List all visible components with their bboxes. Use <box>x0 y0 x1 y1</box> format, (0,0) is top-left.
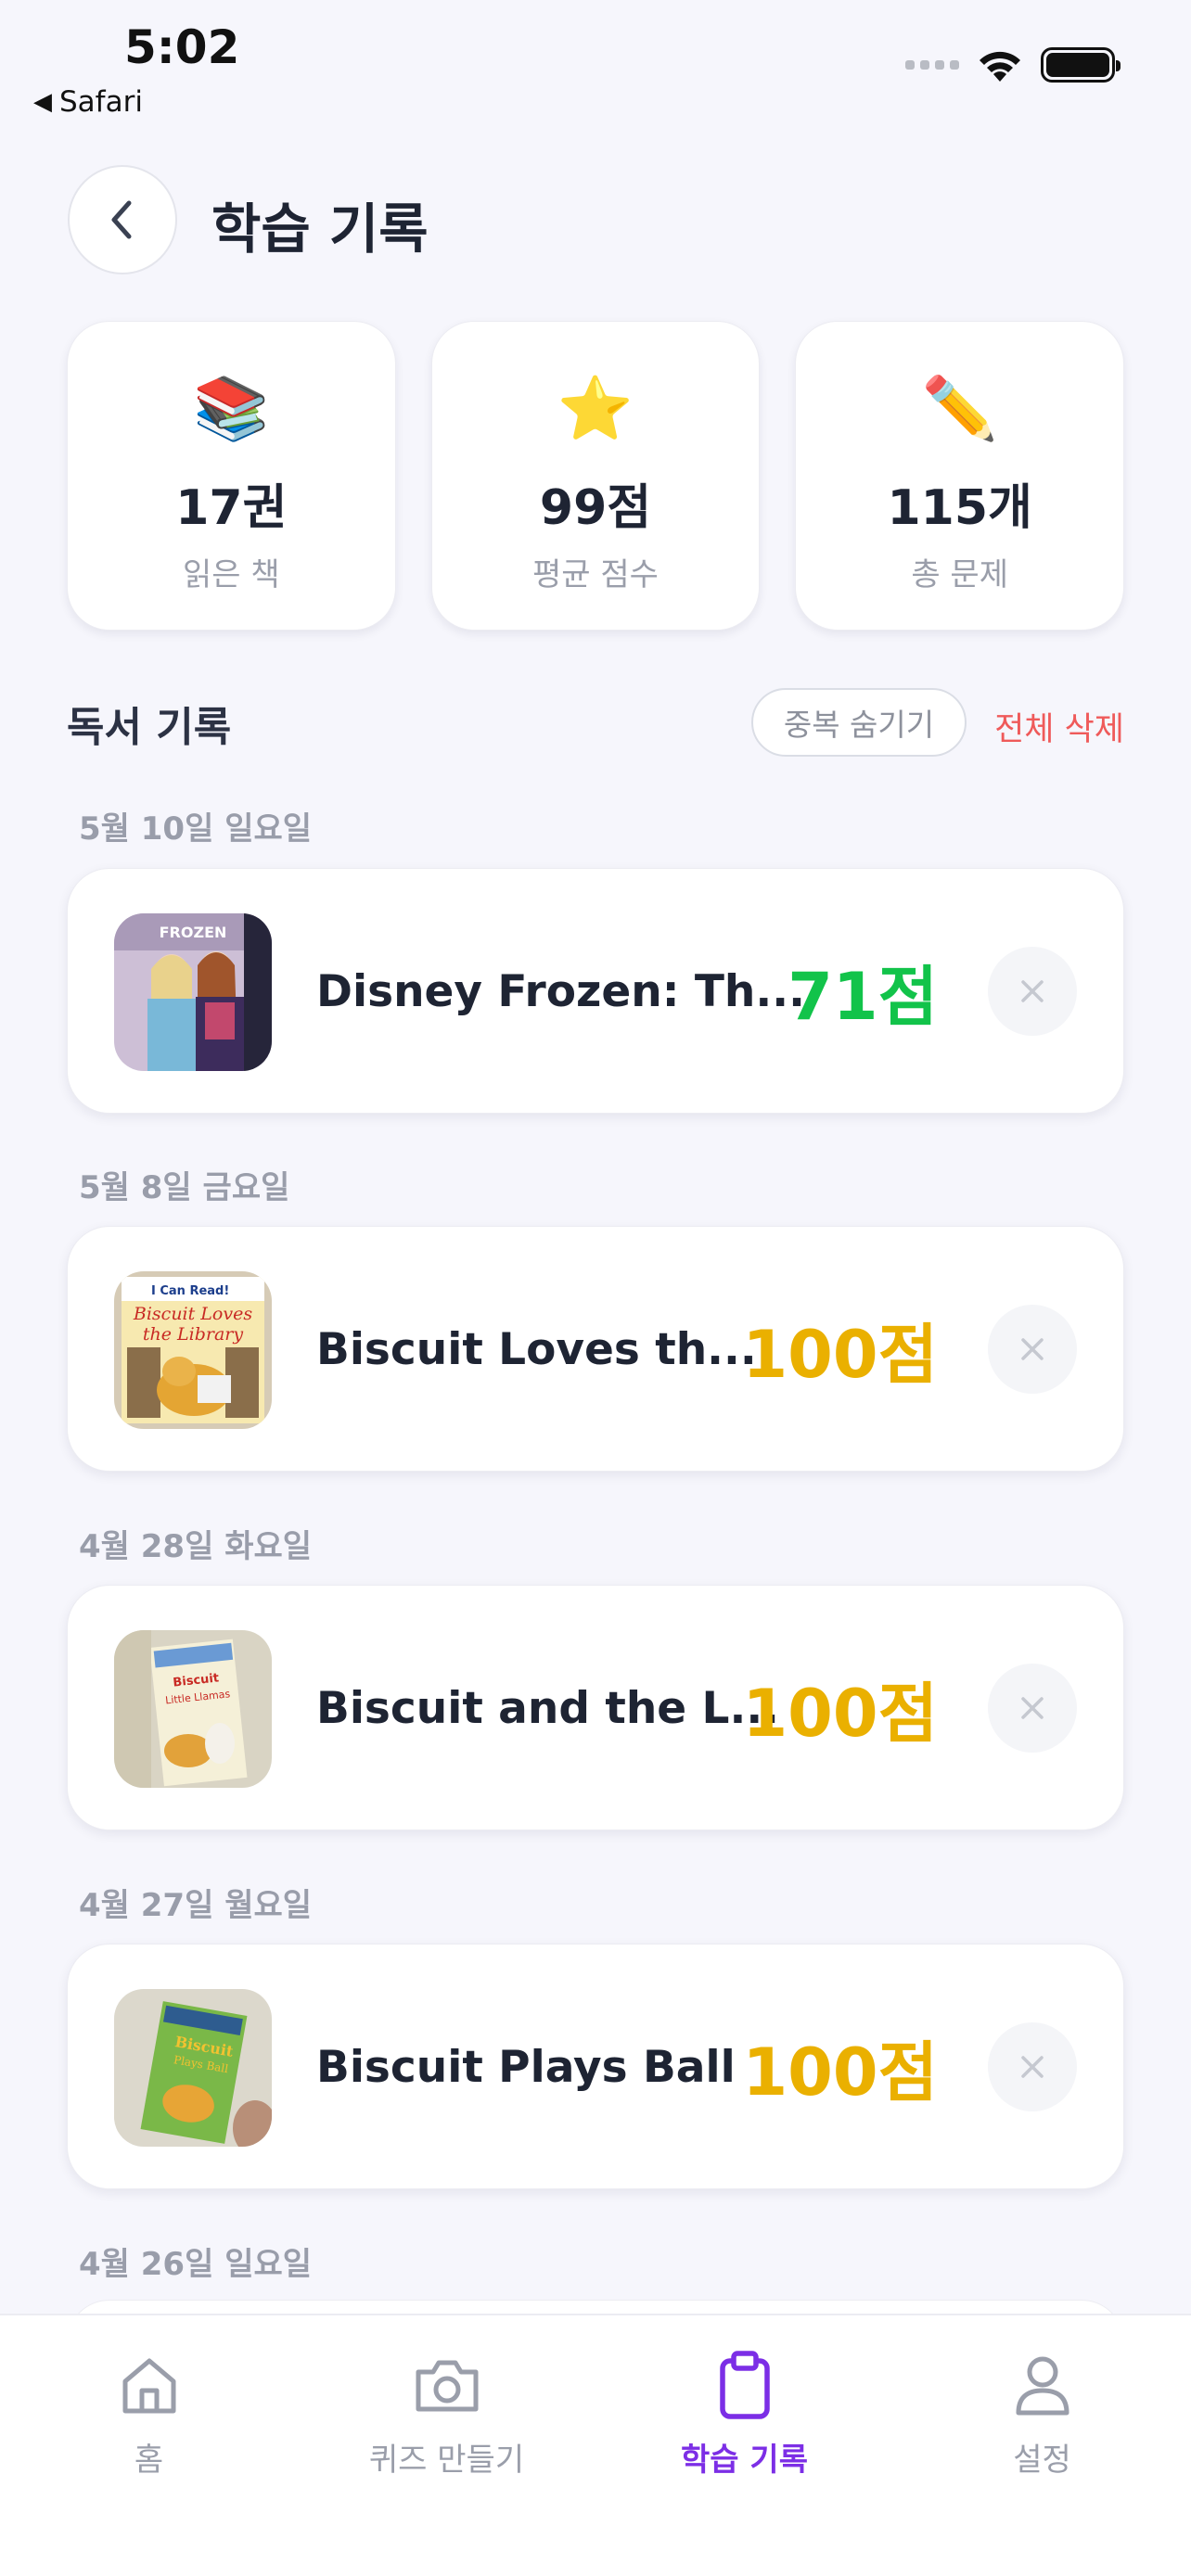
stat-label: 평균 점수 <box>532 556 659 593</box>
tab-label: 홈 <box>134 2442 164 2479</box>
camera-icon <box>416 2360 478 2412</box>
date-label: 4월 26일 일요일 <box>79 2246 313 2283</box>
stat-value: 99점 <box>539 480 652 536</box>
back-triangle-icon: ◀ <box>33 88 52 116</box>
page-title: 학습 기록 <box>211 198 429 261</box>
stats-row: 📚 17권 읽은 책 ⭐ 99점 평균 점수 ✏️ 115개 총 문제 <box>67 321 1125 631</box>
close-icon <box>1021 1338 1044 1360</box>
stat-card-score: ⭐ 99점 평균 점수 <box>430 321 761 631</box>
book-title: Biscuit Plays Ball <box>316 2042 736 2093</box>
record-card[interactable]: Biscuit Plays Ball Biscuit Plays Ball 10… <box>67 1944 1124 2189</box>
cellular-signal-icon <box>905 60 959 70</box>
book-cover-image: FROZEN <box>114 913 272 1071</box>
remove-record-button[interactable] <box>988 2022 1077 2111</box>
svg-text:the Library: the Library <box>143 1324 244 1345</box>
home-icon <box>122 2358 175 2414</box>
date-label: 4월 27일 월요일 <box>79 1887 313 1924</box>
tab-label: 설정 <box>1013 2442 1071 2479</box>
close-icon <box>1021 980 1044 1002</box>
person-icon <box>1016 2356 1069 2416</box>
date-label: 5월 8일 금요일 <box>79 1169 290 1206</box>
tab-label: 학습 기록 <box>681 2442 808 2479</box>
record-card[interactable]: Biscuit Little Llamas Biscuit and the L.… <box>67 1585 1124 1830</box>
pencil-icon: ✏️ <box>921 373 998 444</box>
back-app-label: Safari <box>59 85 143 119</box>
status-time: 5:02 <box>124 20 240 74</box>
status-indicators <box>905 46 1121 83</box>
remove-record-button[interactable] <box>988 947 1077 1036</box>
close-icon <box>1021 2056 1044 2078</box>
score: 100점 <box>742 2034 938 2111</box>
svg-text:I Can Read!: I Can Read! <box>151 1284 229 1298</box>
remove-record-button[interactable] <box>988 1664 1077 1753</box>
remove-record-button[interactable] <box>988 1305 1077 1394</box>
stat-label: 총 문제 <box>911 556 1008 593</box>
back-to-safari-link[interactable]: ◀ Safari <box>33 85 143 119</box>
book-title: Biscuit Loves th... <box>316 1324 757 1375</box>
stat-label: 읽은 책 <box>183 556 280 593</box>
tab-learning-records[interactable]: 학습 기록 <box>596 2343 893 2480</box>
chevron-left-icon <box>111 200 132 239</box>
tab-settings[interactable]: 설정 <box>893 2343 1191 2480</box>
score: 71점 <box>788 959 938 1035</box>
delete-all-button[interactable]: 전체 삭제 <box>994 703 1124 750</box>
score: 100점 <box>742 1317 938 1393</box>
stat-card-questions: ✏️ 115개 총 문제 <box>795 321 1125 631</box>
close-icon <box>1021 1697 1044 1719</box>
book-cover-image: I Can Read! Biscuit Loves the Library <box>114 1271 272 1429</box>
back-button[interactable] <box>68 165 177 274</box>
record-card[interactable]: I Can Read! Biscuit Loves the Library Bi… <box>67 1226 1124 1472</box>
date-label: 4월 28일 화요일 <box>79 1528 313 1565</box>
wifi-icon <box>980 51 1020 82</box>
star-icon: ⭐ <box>557 373 634 444</box>
stat-value: 17권 <box>175 480 288 536</box>
date-label: 5월 10일 일요일 <box>79 810 313 848</box>
book-cover-image: Biscuit Plays Ball <box>114 1989 272 2147</box>
record-card[interactable]: FROZEN Disney Frozen: Th... 71점 <box>67 868 1124 1114</box>
screen: 5:02 ◀ Safari 학습 기록 📚 17권 읽은 책 ⭐ 99점 평균 <box>0 0 1191 2576</box>
stat-card-books: 📚 17권 읽은 책 <box>67 321 396 631</box>
book-cover-image: Biscuit Little Llamas <box>114 1630 272 1788</box>
hide-duplicates-button[interactable]: 중복 숨기기 <box>751 688 967 757</box>
stat-value: 115개 <box>887 480 1032 536</box>
svg-text:FROZEN: FROZEN <box>160 924 227 941</box>
books-icon: 📚 <box>193 373 270 444</box>
book-title: Biscuit and the L... <box>316 1683 780 1734</box>
section-title: 독서 기록 <box>67 704 232 751</box>
battery-icon <box>1041 47 1121 83</box>
book-title: Disney Frozen: Th... <box>316 966 805 1017</box>
tab-home[interactable]: 홈 <box>0 2343 298 2480</box>
tab-label: 퀴즈 만들기 <box>368 2442 525 2479</box>
tab-create-quiz[interactable]: 퀴즈 만들기 <box>298 2343 596 2480</box>
svg-text:Biscuit Loves: Biscuit Loves <box>133 1304 252 1324</box>
score: 100점 <box>742 1676 938 1752</box>
tab-bar: 홈 퀴즈 만들기 학습 기록 설정 <box>0 2314 1191 2576</box>
clipboard-icon <box>719 2351 770 2419</box>
